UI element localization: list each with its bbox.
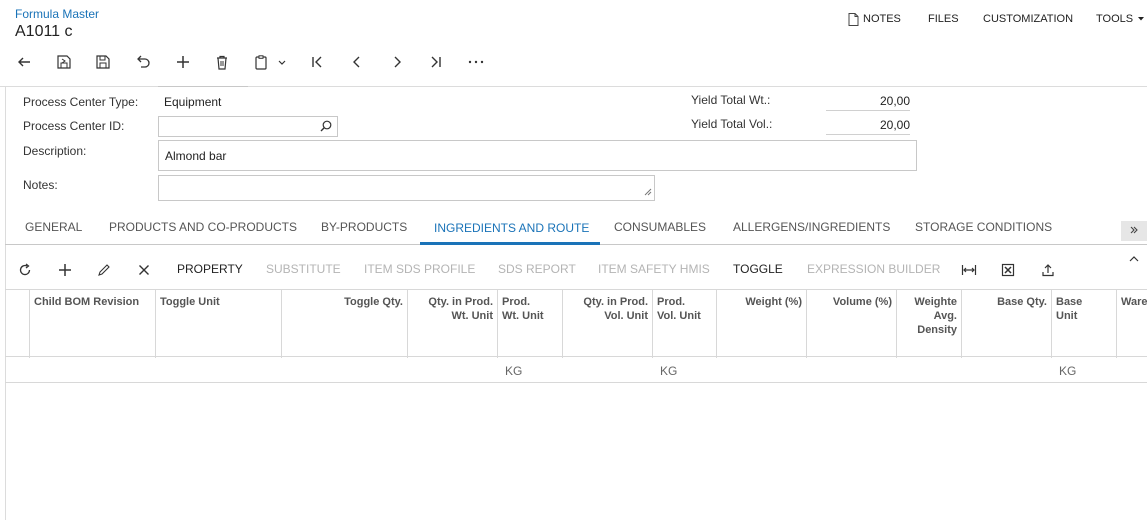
notes-label: NOTES <box>863 13 901 25</box>
page-title: A1011 c <box>15 23 73 40</box>
tab-products-and-co-products[interactable]: PRODUCTS AND CO-PRODUCTS <box>109 220 297 234</box>
column-base-qty[interactable]: Base Qty. <box>961 290 1051 358</box>
tab-bar: GENERAL PRODUCTS AND CO-PRODUCTS BY-PROD… <box>5 210 1147 245</box>
tab-by-products[interactable]: BY-PRODUCTS <box>321 220 407 234</box>
back-arrow-icon[interactable] <box>13 52 35 72</box>
more-icon[interactable] <box>465 52 487 72</box>
toggle-button[interactable]: TOGGLE <box>733 262 783 276</box>
tabs-scroll-button[interactable] <box>1121 221 1147 241</box>
sds-report-button[interactable]: SDS REPORT <box>498 262 576 276</box>
property-button[interactable]: PROPERTY <box>177 262 243 276</box>
yield-total-vol-value[interactable]: 20,00 <box>826 118 910 135</box>
chevron-down-icon[interactable] <box>273 52 291 72</box>
tab-ingredients-and-route[interactable]: INGREDIENTS AND ROUTE <box>434 221 589 235</box>
tab-general[interactable]: GENERAL <box>25 220 82 234</box>
column-warehouse[interactable]: Ware <box>1116 290 1147 358</box>
double-chevron-right-icon <box>1129 224 1139 238</box>
description-field[interactable]: Almond bar <box>158 140 917 171</box>
previous-record-icon[interactable] <box>346 52 368 72</box>
delete-icon[interactable] <box>211 52 233 72</box>
document-icon <box>848 12 859 26</box>
column-qty-in-prod-vol-unit[interactable]: Qty. in Prod. Vol. Unit <box>562 290 652 358</box>
item-sds-profile-button[interactable]: ITEM SDS PROFILE <box>364 262 475 276</box>
column-qty-in-prod-wt-unit[interactable]: Qty. in Prod. Wt. Unit <box>407 290 497 358</box>
notes-label: Notes: <box>23 178 58 192</box>
export-excel-icon[interactable] <box>1000 262 1016 278</box>
next-record-icon[interactable] <box>386 52 408 72</box>
delete-row-icon[interactable] <box>136 262 152 278</box>
column-weight-pct[interactable]: Weight (%) <box>716 290 806 358</box>
files-button[interactable]: FILES <box>928 12 959 26</box>
save-and-close-icon[interactable] <box>53 52 75 72</box>
item-safety-hmis-button[interactable]: ITEM SAFETY HMIS <box>598 262 710 276</box>
column-prod-wt-unit[interactable]: Prod. Wt. Unit <box>497 290 562 358</box>
yield-total-wt-label: Yield Total Wt.: <box>691 93 771 107</box>
copy-paste-icon[interactable] <box>250 52 272 72</box>
first-record-icon[interactable] <box>306 52 328 72</box>
notes-field[interactable] <box>158 175 655 201</box>
table-row[interactable]: KG KG KG <box>5 358 1147 383</box>
refresh-icon[interactable] <box>17 262 33 278</box>
description-value: Almond bar <box>165 148 227 163</box>
yield-total-vol-label: Yield Total Vol.: <box>691 117 773 131</box>
base-unit-cell[interactable]: KG <box>1059 364 1076 378</box>
undo-icon[interactable] <box>132 52 154 72</box>
caret-down-icon <box>1137 16 1145 22</box>
edit-pencil-icon[interactable] <box>96 262 112 278</box>
customization-button[interactable]: CUSTOMIZATION <box>983 12 1073 26</box>
yield-total-wt-value[interactable]: 20,00 <box>826 94 910 111</box>
process-center-id-field[interactable] <box>158 116 338 137</box>
breadcrumb[interactable]: Formula Master <box>15 7 99 21</box>
column-base-unit[interactable]: Base Unit <box>1051 290 1116 358</box>
tab-storage-conditions[interactable]: STORAGE CONDITIONS <box>915 220 1052 234</box>
search-icon[interactable] <box>320 120 332 136</box>
column-toggle-qty[interactable]: Toggle Qty. <box>281 290 407 358</box>
description-label: Description: <box>23 144 87 158</box>
process-center-type-label: Process Center Type: <box>23 95 139 109</box>
last-record-icon[interactable] <box>425 52 447 72</box>
notes-button[interactable]: NOTES <box>848 12 901 26</box>
column-child-bom-revision[interactable]: Child BOM Revision <box>29 290 155 358</box>
files-label: FILES <box>928 13 959 25</box>
substitute-button[interactable]: SUBSTITUTE <box>266 262 341 276</box>
customization-label: CUSTOMIZATION <box>983 13 1074 25</box>
tools-button[interactable]: TOOLS <box>1096 12 1145 26</box>
column-volume-pct[interactable]: Volume (%) <box>806 290 896 358</box>
tab-allergens-ingredients[interactable]: ALLERGENS/INGREDIENTS <box>733 220 890 234</box>
add-icon[interactable] <box>172 52 194 72</box>
active-tab-indicator <box>420 242 600 245</box>
prod-vol-unit-cell[interactable]: KG <box>660 364 677 378</box>
add-row-icon[interactable] <box>57 262 73 278</box>
save-icon[interactable] <box>92 52 114 72</box>
tools-label: TOOLS <box>1096 13 1134 25</box>
resize-handle-icon[interactable] <box>644 185 652 199</box>
process-center-type-underline <box>158 86 248 87</box>
expression-builder-button[interactable]: EXPRESSION BUILDER <box>807 262 940 276</box>
fit-columns-icon[interactable] <box>961 262 977 278</box>
tab-consumables[interactable]: CONSUMABLES <box>614 220 706 234</box>
grid-header: Child BOM Revision Toggle Unit Toggle Qt… <box>5 289 1147 358</box>
upload-icon[interactable] <box>1040 262 1056 278</box>
column-prod-vol-unit[interactable]: Prod. Vol. Unit <box>652 290 716 358</box>
collapse-icon[interactable] <box>1126 251 1142 267</box>
column-weighted-avg-density[interactable]: Weighte Avg. Density <box>896 290 961 358</box>
process-center-id-label: Process Center ID: <box>23 119 125 133</box>
prod-wt-unit-cell[interactable]: KG <box>505 364 522 378</box>
column-toggle-unit[interactable]: Toggle Unit <box>155 290 281 358</box>
process-center-type-value: Equipment <box>164 95 222 109</box>
